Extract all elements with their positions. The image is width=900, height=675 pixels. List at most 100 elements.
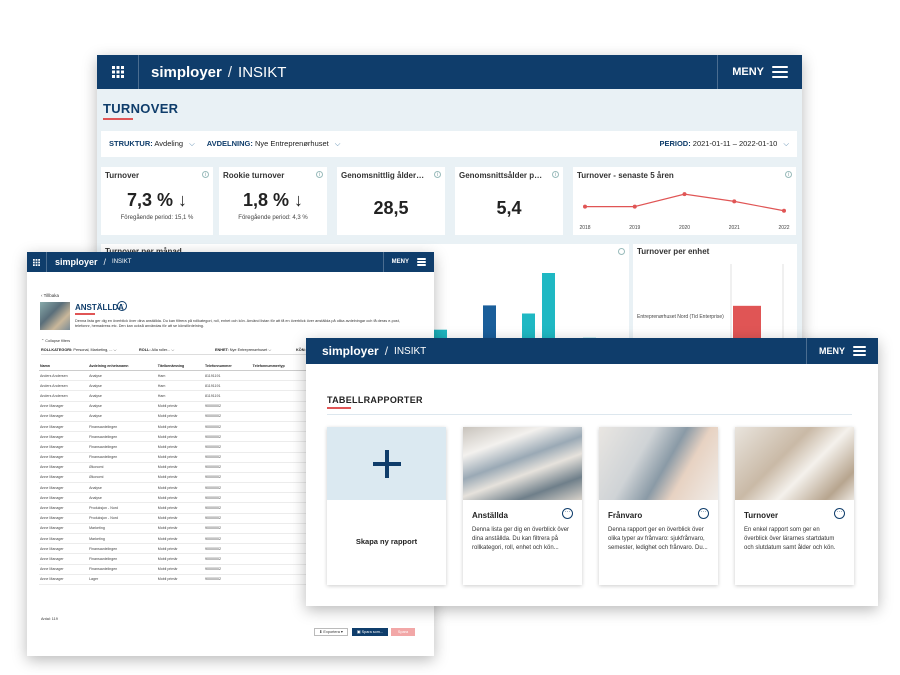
row-count: Antal: 119 — [41, 617, 58, 621]
filter-bar: STRUKTUR: Avdeling ⌵ AVDELNING: Nye Entre… — [101, 131, 797, 157]
table-cell: Anne Manager — [39, 482, 89, 494]
avdelning-filter[interactable]: AVDELNING: Nye Entreprenørhuset ⌵ — [207, 139, 341, 149]
arrow-down-icon: ↓ — [178, 190, 188, 210]
table-cell — [251, 492, 309, 504]
column-header[interactable]: Namn — [39, 362, 89, 371]
table-cell — [251, 401, 309, 412]
apps-grid-button[interactable] — [27, 252, 47, 272]
column-header[interactable]: Avdelning enhetsnamn — [88, 362, 157, 371]
table-cell: Anne Manager — [39, 431, 89, 443]
save-as-button[interactable]: ▣ Spara som... — [352, 628, 388, 636]
kpi-avg-age[interactable]: Genomsnittlig ålder på la... i 28,5 — [337, 167, 445, 235]
info-icon[interactable]: i — [434, 171, 441, 178]
table-cell: Analyse — [88, 370, 157, 382]
export-button[interactable]: ⬇ Exportera ▾ — [314, 628, 348, 636]
struktur-filter[interactable]: STRUKTUR: Avdeling ⌵ — [109, 139, 195, 149]
table-cell: Produksjon - Nord — [88, 513, 157, 524]
table-cell: Mobil primär — [156, 502, 205, 514]
table-cell — [251, 472, 309, 484]
x-tick-label: 2018 — [579, 225, 590, 231]
kpi-avg-tenure[interactable]: Genomsnittsålder på de s... i 5,4 — [455, 167, 563, 235]
table-cell: Analyse — [88, 401, 157, 412]
apps-grid-icon — [33, 258, 40, 266]
more-options-icon[interactable]: ··· — [834, 508, 845, 519]
brand-name: simployer — [322, 344, 379, 358]
table-cell: 90000002 — [204, 502, 252, 514]
table-cell: 90000002 — [204, 553, 252, 565]
more-options-icon[interactable]: ··· — [117, 301, 127, 311]
period-filter[interactable]: PERIOD: 2021-01-11 – 2022-01-10 ⌵ — [659, 139, 789, 149]
save-button[interactable]: Spara — [391, 628, 415, 636]
arrow-down-icon: ↓ — [294, 190, 304, 210]
new-report-card[interactable]: Skapa ny rapport — [327, 427, 446, 585]
kpi-title: Genomsnittsålder på de s... — [459, 171, 544, 180]
apps-grid-icon — [111, 66, 124, 78]
new-report-label: Skapa ny rapport — [355, 537, 418, 546]
brand-logo[interactable]: simployer / INSIKT — [151, 64, 286, 81]
table-cell: Anders Andersen — [39, 380, 89, 392]
meeting-photo — [735, 427, 854, 500]
data-point — [632, 204, 637, 209]
brand-logo[interactable]: simployer / INSIKT — [55, 257, 131, 267]
series-line — [585, 193, 785, 212]
menu-button[interactable]: MENY — [382, 252, 434, 272]
kpi-turnover-5-years[interactable]: Turnover - senaste 5 åren i 2018 2019 2020… — [573, 167, 796, 235]
table-cell: Anne Manager — [39, 452, 89, 463]
column-header[interactable]: Telefonnummer — [204, 362, 252, 371]
kpi-title: Turnover — [105, 171, 140, 180]
info-icon[interactable]: i — [785, 171, 792, 178]
kpi-value: 5,4 — [496, 198, 522, 218]
table-cell: Analyse — [88, 380, 157, 392]
info-icon[interactable]: i — [552, 171, 559, 178]
table-cell — [251, 390, 309, 402]
table-cell: Finansavdelingen — [88, 543, 157, 555]
info-icon[interactable]: i — [316, 171, 323, 178]
table-cell: Anne Manager — [39, 411, 89, 422]
rollkategori-filter[interactable]: ROLLKATEGORI: Personal, Marketing, ... ⌵ — [41, 348, 133, 352]
brand-product: INSIKT — [394, 345, 427, 357]
table-cell: Anne Manager — [39, 574, 89, 585]
table-cell — [251, 441, 309, 453]
column-header[interactable]: Telefonnummertyp — [251, 362, 309, 371]
card-description: Denna lista ger dig en överblick över di… — [472, 527, 570, 551]
roll-filter[interactable]: ROLL: Alla roller... ⌵ — [139, 348, 209, 352]
table-cell — [251, 523, 309, 535]
info-icon[interactable]: i — [202, 171, 209, 178]
enhet-filter[interactable]: ENHET: Nye Entreprenørhuset ⌵ — [215, 348, 290, 352]
table-cell: Analyse — [88, 492, 157, 504]
table-cell: Mobil primär — [156, 452, 205, 463]
menu-button[interactable]: MENY — [717, 55, 802, 89]
table-cell: Mobil primär — [156, 462, 205, 473]
table-cell: Mobil primär — [156, 492, 205, 504]
apps-grid-button[interactable] — [97, 55, 139, 89]
five-year-line-chart: 2018 2019 2020 2021 2022 — [579, 192, 790, 231]
report-card-franvaro[interactable]: Frånvaro ··· Denna rapport ger en överbl… — [599, 427, 718, 585]
menu-button[interactable]: MENY — [805, 338, 878, 364]
more-options-icon[interactable]: ··· — [562, 508, 573, 519]
table-cell: 81191191 — [204, 370, 252, 382]
report-card-turnover[interactable]: Turnover ··· En enkel rapport som ger en… — [735, 427, 854, 585]
kpi-rookie-turnover[interactable]: Rookie turnover i 1,8 % ↓ Föregående per… — [219, 167, 327, 235]
table-cell: Anne Manager — [39, 533, 89, 545]
column-header[interactable]: Titelbenämning — [156, 362, 205, 371]
table-cell: Lager — [88, 574, 157, 585]
report-card-anstallda[interactable]: Anställda ··· Denna lista ger dig en öve… — [463, 427, 582, 585]
brand-slash: / — [384, 344, 389, 358]
back-link[interactable]: ‹ Tillbaka — [41, 293, 59, 298]
kpi-value: 7,3 % ↓ — [126, 190, 188, 210]
kpi-value: 28,5 — [373, 198, 409, 218]
kpi-turnover[interactable]: Turnover i 7,3 % ↓ Föregående period: 15… — [101, 167, 213, 235]
table-cell: Anne Manager — [39, 523, 89, 535]
table-cell: Mobil primär — [156, 574, 205, 585]
table-cell: 81191191 — [204, 380, 252, 392]
more-options-icon[interactable]: ··· — [698, 508, 709, 519]
table-cell: Ham — [156, 370, 205, 382]
table-cell: Finansavdelingen — [88, 431, 157, 443]
kpi-title: Genomsnittlig ålder på la... — [341, 171, 426, 180]
table-cell: Anne Manager — [39, 553, 89, 565]
table-cell: Finansavdelingen — [88, 553, 157, 565]
table-cell — [251, 533, 309, 545]
collapse-filters-link[interactable]: ⌃ Collapse filters — [41, 338, 70, 343]
brand-logo[interactable]: simployer / INSIKT — [322, 344, 426, 358]
x-tick-label: 2022 — [778, 225, 789, 231]
